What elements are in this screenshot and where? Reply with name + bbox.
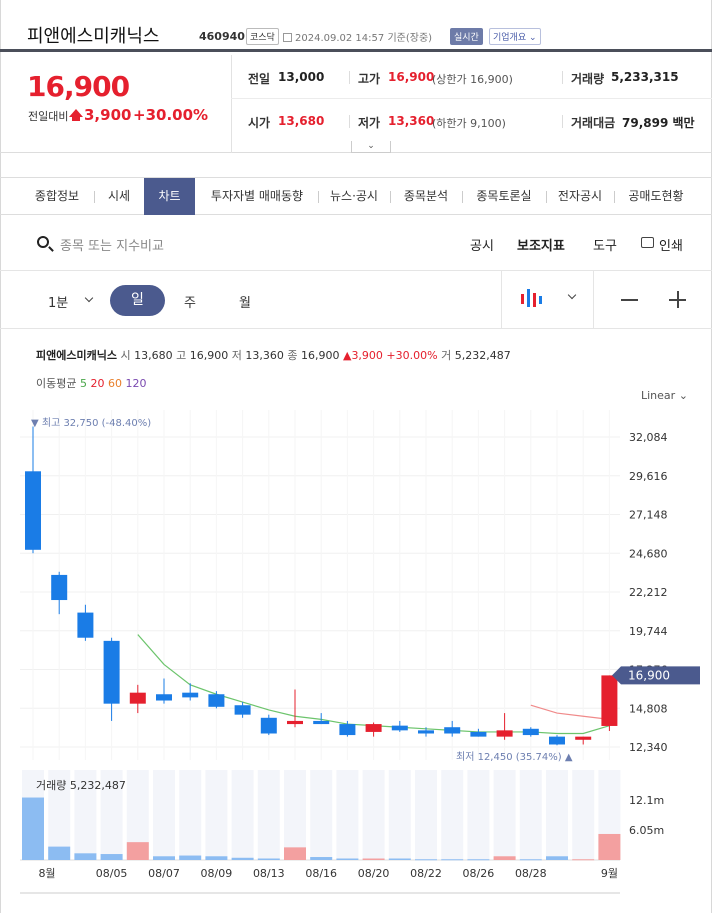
volume-bg [284, 770, 306, 860]
volume-bar [362, 858, 385, 860]
candle-body [129, 692, 146, 704]
candle-body [365, 724, 382, 732]
volume-bar [153, 856, 175, 860]
volume-bar [441, 859, 464, 861]
x-tick-label: 08/28 [515, 867, 547, 880]
volume-bg [257, 770, 280, 860]
candle-body [77, 612, 94, 638]
volume-bar [205, 856, 228, 860]
candle-body [25, 471, 41, 550]
candle-body [444, 727, 461, 734]
x-tick-label: 08/13 [253, 867, 285, 880]
x-tick-label: 9월 [601, 867, 618, 880]
volume-bar [336, 858, 359, 860]
x-tick-label: 08/05 [96, 867, 128, 880]
volume-bg [336, 770, 359, 860]
candle-body [470, 731, 487, 737]
candle-body [522, 728, 539, 736]
volume-bg [310, 770, 333, 860]
volume-tick-label: 12.1m [629, 794, 664, 807]
volume-bar [598, 833, 621, 860]
candle-body [339, 724, 356, 736]
candle-body [549, 736, 565, 745]
price-chart[interactable]: 32,08429,61627,14824,68022,21219,74417,2… [0, 0, 712, 913]
volume-bg [153, 770, 175, 860]
volume-bg [572, 770, 595, 860]
x-tick-label: 08/26 [463, 867, 495, 880]
volume-bg [388, 770, 411, 860]
x-tick-label: 08/09 [201, 867, 233, 880]
candle-body [575, 736, 592, 740]
volume-bg [415, 770, 437, 860]
volume-bar [310, 857, 333, 860]
volume-bg [467, 770, 490, 860]
volume-bar [100, 854, 123, 860]
candle-body [156, 694, 172, 701]
candle-body [208, 694, 225, 707]
y-tick-label: 22,212 [629, 586, 668, 599]
volume-bg [493, 770, 516, 860]
x-tick-label: 08/07 [148, 867, 180, 880]
candle-body [51, 574, 68, 601]
max-annotation: ▼ 최고 32,750 (-48.40%) [31, 417, 151, 429]
volume-bg [519, 770, 542, 860]
volume-bar [22, 797, 44, 860]
y-tick-label: 32,084 [629, 431, 668, 444]
candle-body [260, 717, 277, 734]
ma-20-line [530, 704, 610, 720]
y-tick-label: 29,616 [629, 470, 668, 483]
volume-bg [441, 770, 464, 860]
volume-legend: 거래량 5,232,487 [36, 779, 126, 792]
volume-bar [257, 858, 280, 860]
candle-body [601, 675, 618, 726]
candle-body [391, 725, 408, 731]
volume-bg [205, 770, 228, 860]
volume-bg [179, 770, 202, 860]
candle-body [496, 730, 513, 737]
candle-body [182, 692, 199, 698]
x-tick-label: 08/20 [358, 867, 390, 880]
y-tick-label: 14,808 [629, 702, 668, 715]
volume-bg [231, 770, 254, 860]
volume-bar [415, 859, 437, 861]
y-tick-label: 27,148 [629, 509, 668, 522]
min-annotation: 최저 12,450 (35.74%) ▲ [456, 751, 573, 763]
volume-bg [546, 770, 568, 860]
volume-bar [493, 856, 516, 860]
volume-bar [74, 853, 97, 860]
volume-bar [231, 857, 254, 860]
candle-body [418, 730, 434, 734]
current-price-label: 16,900 [628, 668, 670, 682]
volume-bar [126, 842, 149, 860]
volume-bar [48, 846, 71, 860]
x-tick-label: 08/22 [410, 867, 442, 880]
volume-bar [179, 855, 202, 860]
candle-body [287, 720, 303, 725]
volume-bar [519, 859, 542, 861]
candle-body [313, 720, 330, 725]
candle-body [103, 640, 120, 704]
x-tick-label: 08/16 [305, 867, 337, 880]
candle-body [234, 705, 251, 715]
volume-bar [546, 856, 568, 860]
y-tick-label: 19,744 [629, 625, 668, 638]
volume-bar [467, 859, 490, 861]
volume-bar [388, 858, 411, 860]
volume-bar [572, 859, 595, 861]
y-tick-label: 12,340 [629, 741, 668, 754]
x-tick-label: 8월 [38, 867, 55, 880]
volume-bar [284, 847, 306, 860]
y-tick-label: 24,680 [629, 547, 668, 560]
volume-tick-label: 6.05m [629, 824, 664, 837]
volume-bg [362, 770, 385, 860]
